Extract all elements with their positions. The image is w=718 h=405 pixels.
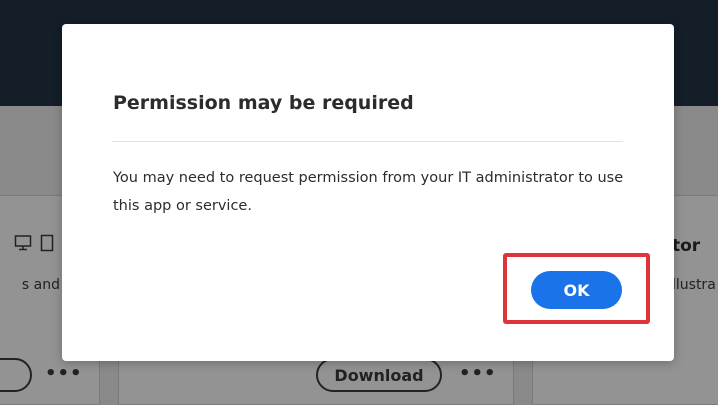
dialog-divider [112,141,623,142]
dialog-title: Permission may be required [113,92,414,114]
card-1-more-icon[interactable]: ••• [45,363,83,384]
permission-dialog: Permission may be required You may need … [62,24,674,361]
card-3-title: tor [672,236,701,256]
desktop-icon [14,234,32,252]
ok-button[interactable]: OK [531,271,622,309]
card-2-more-icon[interactable]: ••• [459,363,497,384]
card-3-description: llustra [672,277,716,293]
platform-icons [14,232,54,254]
dialog-message: You may need to request permission from … [113,170,624,214]
card-2-download-button[interactable]: Download [316,358,442,392]
tablet-icon [40,234,54,252]
card-1-description: s and [21,277,60,293]
